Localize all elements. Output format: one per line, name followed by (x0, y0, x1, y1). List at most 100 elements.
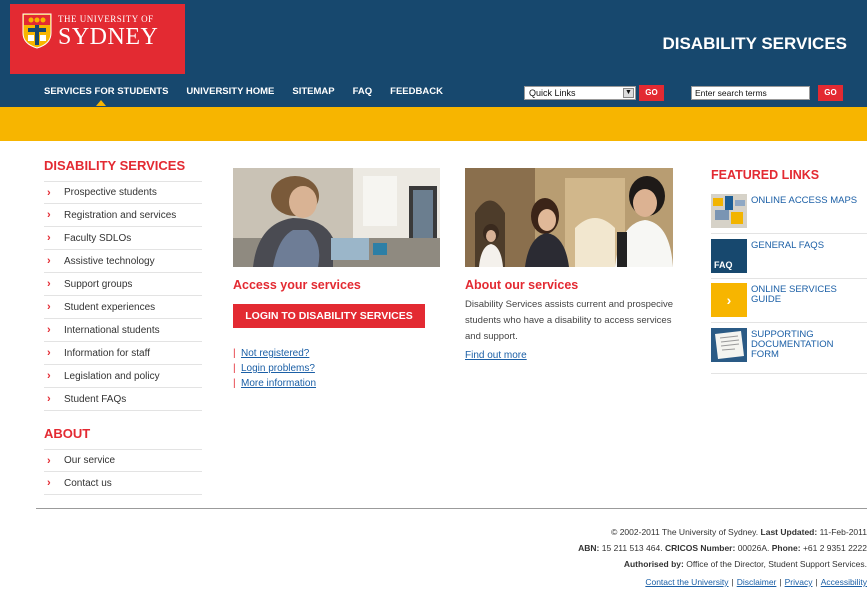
student-computer-photo (233, 168, 440, 267)
sidebar-menu: › Prospective students › Registration and … (44, 181, 202, 411)
crest-icon (22, 13, 52, 49)
about-description: Disability Services assists current and … (465, 299, 674, 342)
site-title: DISABILITY SERVICES (662, 34, 847, 53)
chevron-right-icon: › (47, 347, 51, 359)
featured-label: GENERAL FAQS (751, 240, 825, 251)
sidebar-heading-disability-services: DISABILITY SERVICES (44, 158, 186, 173)
sidebar-item-label: Legislation and policy (64, 370, 160, 382)
cricos-value: 00026A. (737, 543, 770, 553)
chevron-right-icon: › (47, 255, 51, 267)
footer-abn-line: ABN: 15 211 513 464. CRICOS Number: 0002… (578, 543, 867, 553)
bullet-bar-icon: | (233, 378, 236, 389)
sidebar-item-information-for-staff[interactable]: › Information for staff (44, 342, 202, 365)
nav-services-for-students[interactable]: SERVICES FOR STUDENTS (44, 86, 168, 97)
nav-university-home[interactable]: UNIVERSITY HOME (186, 86, 274, 97)
find-out-more-link[interactable]: Find out more (465, 350, 527, 361)
chevron-right-icon: › (47, 209, 51, 221)
sidebar-item-label: Information for staff (64, 347, 150, 359)
university-name: SYDNEY (58, 24, 159, 50)
nav-sitemap[interactable]: SITEMAP (292, 86, 334, 97)
sidebar-item-label: Prospective students (64, 187, 157, 198)
sidebar-item-legislation-and-policy[interactable]: › Legislation and policy (44, 365, 202, 388)
footer-links: Contact the University | Disclaimer | Privac… (645, 577, 867, 587)
sidebar-item-international-students[interactable]: › International students (44, 319, 202, 342)
chevron-right-icon: › (47, 186, 51, 199)
university-logo[interactable]: THE UNIVERSITY OF SYDNEY (10, 4, 185, 74)
chevron-right-icon: › (47, 454, 51, 467)
sidebar-item-label: Registration and services (64, 209, 177, 221)
login-problems-link[interactable]: Login problems? (241, 363, 315, 374)
active-nav-indicator (96, 100, 106, 106)
contact-university-link[interactable]: Contact the University (645, 577, 728, 587)
chevron-right-icon: › (47, 278, 51, 290)
privacy-link[interactable]: Privacy (785, 577, 813, 587)
phone-value: +61 2 9351 2222 (802, 543, 867, 553)
featured-links-heading: FEATURED LINKS (711, 168, 820, 182)
sidebar-item-label: Student FAQs (64, 393, 127, 405)
bullet-bar-icon: | (233, 348, 236, 359)
sidebar-item-assistive-technology[interactable]: › Assistive technology (44, 250, 202, 273)
abn-label: ABN: (578, 543, 600, 553)
list-item: | Not registered? (233, 346, 316, 361)
sidebar-item-label: Assistive technology (64, 255, 155, 267)
footer-divider (36, 508, 867, 509)
separator: | (779, 577, 782, 587)
disclaimer-link[interactable]: Disclaimer (737, 577, 777, 587)
sidebar-item-label: Student experiences (64, 301, 156, 313)
sidebar-item-label: Support groups (64, 278, 133, 290)
featured-general-faqs[interactable]: FAQ GENERAL FAQS (711, 235, 867, 279)
sidebar-item-label: Our service (64, 455, 116, 466)
sidebar-item-prospective-students[interactable]: › Prospective students (44, 181, 202, 204)
accessibility-link[interactable]: Accessibility (821, 577, 867, 587)
featured-supporting-documentation-form[interactable]: SUPPORTING DOCUMENTATION FORM (711, 324, 867, 374)
dropdown-arrow-icon[interactable]: ▼ (623, 88, 634, 98)
university-line: THE UNIVERSITY OF (58, 14, 154, 24)
not-registered-link[interactable]: Not registered? (241, 348, 309, 359)
featured-label: SUPPORTING DOCUMENTATION FORM (751, 329, 834, 360)
search-input[interactable] (691, 86, 810, 100)
chevron-right-icon: › (47, 393, 51, 405)
sidebar-item-faculty-sdlos[interactable]: › Faculty SDLOs (44, 227, 202, 250)
nav-feedback[interactable]: FEEDBACK (390, 86, 443, 97)
arrow-icon: › (711, 283, 747, 317)
quick-links-select[interactable]: Quick Links ▼ (524, 86, 636, 100)
sidebar-item-label: Contact us (64, 477, 112, 489)
separator: | (815, 577, 818, 587)
cricos-label: CRICOS Number: (664, 543, 736, 553)
authorised-value: Office of the Director, Student Support … (686, 559, 867, 569)
abn-value: 15 211 513 464. (601, 543, 663, 553)
bullet-bar-icon: | (233, 363, 236, 374)
phone-label: Phone: (771, 543, 801, 553)
chevron-right-icon: › (47, 232, 51, 244)
students-quadrangle-photo (465, 168, 673, 267)
featured-online-services-guide[interactable]: › ONLINE SERVICES GUIDE (711, 279, 867, 323)
about-services-heading: About our services (465, 278, 579, 292)
sidebar-item-our-service[interactable]: › Our service (44, 449, 202, 472)
nav-faq[interactable]: FAQ (353, 86, 373, 97)
quick-links-value: Quick Links (529, 88, 576, 98)
separator: | (731, 577, 734, 587)
header-band (0, 107, 867, 141)
chevron-right-icon: › (47, 477, 51, 489)
sidebar-item-registration[interactable]: › Registration and services (44, 204, 202, 227)
login-button[interactable]: LOGIN TO DISABILITY SERVICES (233, 304, 425, 328)
access-services-heading: Access your services (233, 278, 361, 292)
sidebar-heading-about: ABOUT (44, 426, 91, 441)
sidebar-item-contact-us[interactable]: › Contact us (44, 472, 202, 495)
featured-online-access-maps[interactable]: ONLINE ACCESS MAPS (711, 190, 867, 234)
sidebar-item-student-faqs[interactable]: › Student FAQs (44, 388, 202, 411)
chevron-right-icon: › (47, 324, 51, 336)
arrow-icon-text: › (726, 292, 732, 308)
more-information-link[interactable]: More information (241, 378, 316, 389)
document-icon (711, 328, 747, 362)
sidebar-item-label: Faculty SDLOs (64, 232, 132, 244)
quick-links-go-button[interactable]: GO (639, 85, 664, 101)
search-go-button[interactable]: GO (818, 85, 843, 101)
list-item: | More information (233, 376, 316, 391)
site-header: THE UNIVERSITY OF SYDNEY DISABILITY SERV… (0, 0, 867, 107)
sidebar-item-support-groups[interactable]: › Support groups (44, 273, 202, 296)
access-links-list: | Not registered? | Login problems? | More … (233, 346, 316, 391)
featured-label: ONLINE SERVICES GUIDE (751, 284, 837, 305)
sidebar-item-student-experiences[interactable]: › Student experiences (44, 296, 202, 319)
faq-icon: FAQ (711, 239, 747, 273)
